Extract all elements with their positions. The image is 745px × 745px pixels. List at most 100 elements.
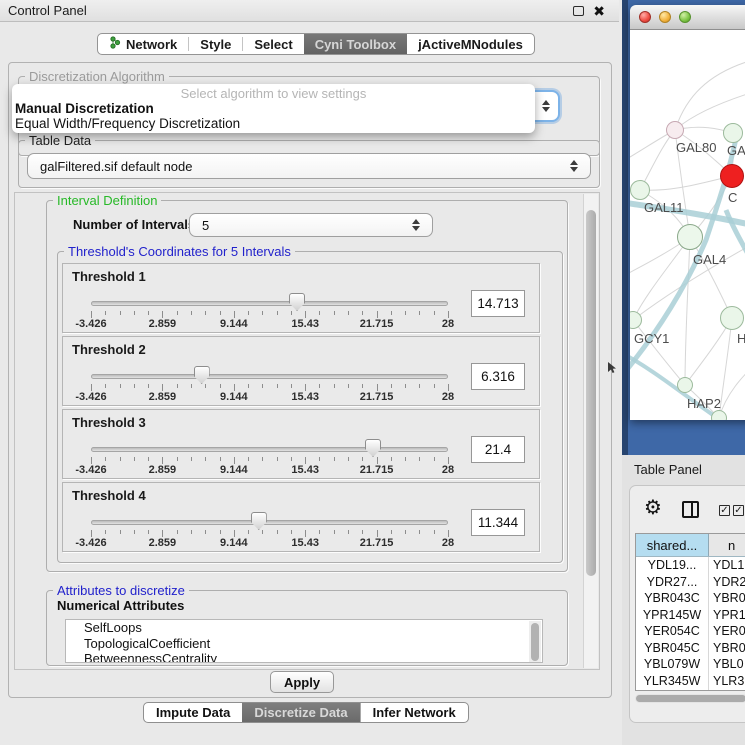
cell-name[interactable]: YDR2 <box>709 574 745 591</box>
cell-shared-name[interactable]: YBR045C <box>636 640 709 657</box>
scrollbar-thumb[interactable] <box>636 695 745 702</box>
network-node-c[interactable] <box>720 164 744 188</box>
cell-shared-name[interactable]: YDL19... <box>636 557 709 574</box>
threshold-value-field[interactable]: 14.713 <box>471 290 525 317</box>
slider-thumb[interactable] <box>289 293 305 311</box>
table-row[interactable]: YBR045CYBR0 <box>636 640 745 657</box>
slider-tick <box>334 457 335 461</box>
slider-tick <box>334 384 335 388</box>
slider-thumb[interactable] <box>194 366 210 384</box>
slider-tick <box>377 457 378 464</box>
network-node-gal11[interactable] <box>630 180 650 200</box>
slider-tick <box>262 457 263 461</box>
network-node-hap2[interactable] <box>677 377 693 393</box>
tab-jactivemnodules[interactable]: jActiveMNodules <box>407 34 534 54</box>
slider-thumb[interactable] <box>365 439 381 457</box>
tab-infer-network[interactable]: Infer Network <box>360 703 468 722</box>
network-node[interactable] <box>711 410 727 420</box>
cell-shared-name[interactable]: YBL079W <box>636 656 709 673</box>
attribute-item[interactable]: TopologicalCoefficient <box>66 636 542 652</box>
column-header-shared-name[interactable]: shared... <box>636 534 709 556</box>
cell-shared-name[interactable]: YIL05... <box>636 689 709 691</box>
checkbox-icon[interactable]: ✓ <box>733 505 744 516</box>
network-canvas[interactable]: GAL80GACGAL11GAL4GCY1HHAP2 <box>630 30 745 420</box>
zoom-traffic-light-icon[interactable] <box>679 11 691 23</box>
scrollbar-thumb[interactable] <box>586 210 596 576</box>
threshold-value-field[interactable]: 11.344 <box>471 509 525 536</box>
cell-shared-name[interactable]: YBR043C <box>636 590 709 607</box>
float-window-icon[interactable] <box>573 6 584 16</box>
cell-name[interactable]: YIL0 <box>709 689 745 691</box>
network-node-gal80[interactable] <box>666 121 684 139</box>
attribute-item[interactable]: BetweennessCentrality <box>66 651 542 663</box>
slider-tick <box>305 457 306 464</box>
cell-shared-name[interactable]: YDR27... <box>636 574 709 591</box>
cell-name[interactable]: YPR1 <box>709 607 745 624</box>
tab-select[interactable]: Select <box>243 34 303 54</box>
slider-scale-label: 2.859 <box>132 391 192 403</box>
table-row[interactable]: YLR345WYLR3 <box>636 673 745 690</box>
node-attribute-table[interactable]: shared... n YDL19...YDL1YDR27...YDR2YBR0… <box>635 533 745 691</box>
algorithm-option-equal-width[interactable]: Equal Width/Frequency Discretization <box>12 116 535 131</box>
cell-name[interactable]: YBL0 <box>709 656 745 673</box>
threshold-value-field[interactable]: 21.4 <box>471 436 525 463</box>
table-data-select[interactable]: galFiltered.sif default node <box>27 153 591 179</box>
tab-style[interactable]: Style <box>189 34 242 54</box>
slider-tick <box>434 311 435 315</box>
threshold-value-field[interactable]: 6.316 <box>471 363 525 390</box>
cell-name[interactable]: YBR0 <box>709 590 745 607</box>
settings-gear-icon[interactable]: ⚙ <box>644 498 662 518</box>
network-node-h[interactable] <box>720 306 744 330</box>
vertical-scrollbar[interactable] <box>583 194 598 668</box>
apply-button[interactable]: Apply <box>270 671 334 693</box>
cell-shared-name[interactable]: YLR345W <box>636 673 709 690</box>
table-row[interactable]: YPR145WYPR1 <box>636 607 745 624</box>
cell-name[interactable]: YER0 <box>709 623 745 640</box>
network-node-ga[interactable] <box>723 123 743 143</box>
minimize-traffic-light-icon[interactable] <box>659 11 671 23</box>
node-label: GCY1 <box>634 331 669 346</box>
slider-track[interactable] <box>91 301 448 306</box>
table-row[interactable]: YDL19...YDL1 <box>636 557 745 574</box>
slider-tick <box>277 457 278 461</box>
close-traffic-light-icon[interactable] <box>639 11 651 23</box>
table-row[interactable]: YER054CYER0 <box>636 623 745 640</box>
tab-impute-data[interactable]: Impute Data <box>144 703 242 722</box>
attribute-item[interactable]: SelfLoops <box>66 620 542 636</box>
split-columns-icon[interactable] <box>682 501 699 518</box>
slider-track[interactable] <box>91 447 448 452</box>
slider-tick <box>348 530 349 534</box>
cell-name[interactable]: YBR0 <box>709 640 745 657</box>
attributes-scrollbar[interactable] <box>529 621 541 663</box>
table-row[interactable]: YBL079WYBL0 <box>636 656 745 673</box>
algorithm-dropdown-popup: Select algorithm to view settings Manual… <box>12 84 535 133</box>
node-label: GAL11 <box>644 200 684 215</box>
cell-name[interactable]: YDL1 <box>709 557 745 574</box>
slider-tick <box>120 384 121 388</box>
num-intervals-select[interactable]: 5 <box>189 213 433 237</box>
table-row[interactable]: YDR27...YDR2 <box>636 574 745 591</box>
group-label: Discretization Algorithm <box>25 69 169 84</box>
network-node-gal4[interactable] <box>677 224 703 250</box>
slider-thumb[interactable] <box>251 512 267 530</box>
slider-track[interactable] <box>91 374 448 379</box>
slider-tick <box>220 457 221 461</box>
cell-shared-name[interactable]: YER054C <box>636 623 709 640</box>
attributes-list[interactable]: SelfLoopsTopologicalCoefficientBetweenne… <box>65 619 543 663</box>
slider-scale-label: 21.715 <box>347 318 407 330</box>
algorithm-option-manual[interactable]: Manual Discretization <box>12 101 535 116</box>
tab-discretize-data[interactable]: Discretize Data <box>242 703 359 722</box>
slider-tick <box>305 530 306 537</box>
table-row[interactable]: YIL05...YIL0 <box>636 689 745 691</box>
tab-network[interactable]: Network <box>98 34 188 54</box>
scrollbar-thumb[interactable] <box>531 623 539 661</box>
cell-name[interactable]: YLR3 <box>709 673 745 690</box>
close-icon[interactable]: ✖ <box>593 6 605 16</box>
slider-track[interactable] <box>91 520 448 525</box>
column-header-name[interactable]: n <box>709 534 745 556</box>
checkbox-icon[interactable]: ✓ <box>719 505 730 516</box>
horizontal-scrollbar[interactable] <box>635 694 745 703</box>
cell-shared-name[interactable]: YPR145W <box>636 607 709 624</box>
table-row[interactable]: YBR043CYBR0 <box>636 590 745 607</box>
tab-cyni-toolbox[interactable]: Cyni Toolbox <box>304 34 407 54</box>
